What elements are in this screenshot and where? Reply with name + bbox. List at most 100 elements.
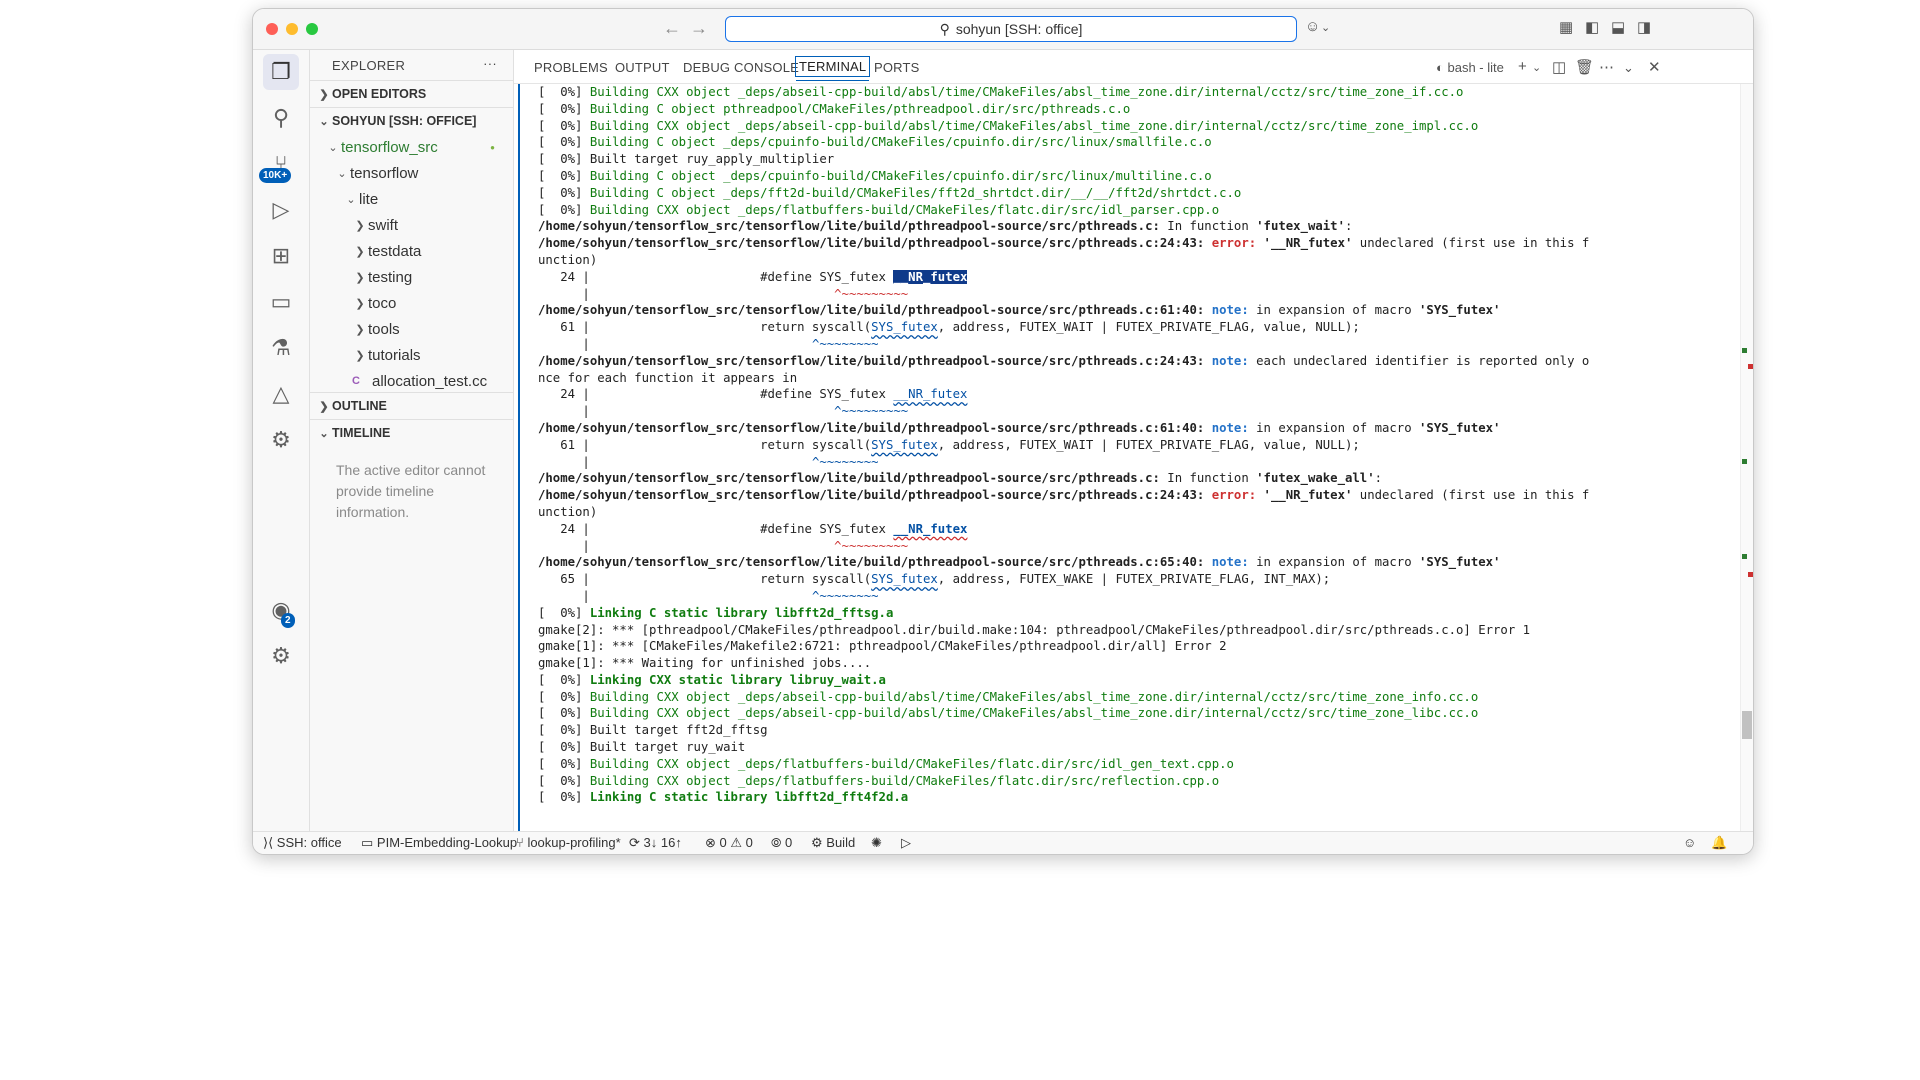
remote-explorer-icon[interactable]: ▭ xyxy=(263,284,299,320)
scroll-marker xyxy=(1742,459,1747,464)
chevron-down-icon: ⌄ xyxy=(346,193,356,206)
minimize-window-button[interactable] xyxy=(286,23,298,35)
terminal-text: unction) xyxy=(538,504,598,519)
close-window-button[interactable] xyxy=(266,23,278,35)
terminal-line: [ 0%] Built target fft2d_fftsg xyxy=(538,722,1739,739)
terminal-text: in expansion of macro xyxy=(1256,420,1420,435)
terminal-text: SYS_futex xyxy=(871,572,938,587)
chevron-down-icon[interactable]: ⌄ xyxy=(1532,61,1541,74)
toggle-panel-icon[interactable]: ⬓ xyxy=(1611,18,1625,36)
chevron-right-icon: ❯ xyxy=(355,297,365,310)
run-debug-icon[interactable]: ▷ xyxy=(263,192,299,228)
activity-bar: ❐ ⚲ ⑂ 10K+ ▷ ⊞ ▭ ⚗ △ ⚙ ◉ 2 ⚙ xyxy=(253,50,310,832)
outline-section[interactable]: ❯ OUTLINE xyxy=(310,392,513,419)
tab-output[interactable]: OUTPUT xyxy=(615,60,670,75)
scrollbar-thumb[interactable] xyxy=(1742,711,1752,739)
build-label: Build xyxy=(826,835,856,850)
back-arrow-icon[interactable]: ← xyxy=(663,18,681,39)
command-center-search[interactable]: ⚲ sohyun [SSH: office] xyxy=(725,16,1297,42)
tree-item[interactable]: ⌄ tensorflow xyxy=(310,160,513,186)
terminal-line: [ 0%] Building C object _deps/cpuinfo-bu… xyxy=(538,168,1739,185)
folder-icon: ▭ xyxy=(361,835,374,850)
tab-ports[interactable]: PORTS xyxy=(874,60,920,75)
terminal-text: 61 | return syscall( xyxy=(538,437,872,452)
tree-item[interactable]: ❯ swift xyxy=(310,212,513,238)
terminal-line: unction) xyxy=(538,504,1739,521)
more-actions-icon[interactable]: ··· xyxy=(483,56,497,71)
terminal-text: '__NR_futex' xyxy=(1263,488,1353,503)
remote-indicator[interactable]: ⟩⟨ SSH: office xyxy=(263,835,342,851)
terminal-text: 'SYS_futex' xyxy=(1419,420,1501,435)
terminal-text: In function xyxy=(1159,219,1257,234)
terminal-line: [ 0%] Linking C static library libfft2d_… xyxy=(538,605,1739,622)
split-terminal-icon[interactable]: ◫ xyxy=(1552,58,1566,76)
debug-icon[interactable]: ✺ xyxy=(871,835,882,851)
forward-arrow-icon[interactable]: → xyxy=(690,18,708,39)
terminal-text: gmake[2]: *** [pthreadpool/CMakeFiles/pt… xyxy=(538,622,1531,637)
copilot-menu-chevron-icon[interactable]: ⌄ xyxy=(1321,21,1330,34)
terminal-line: unction) xyxy=(538,252,1739,269)
tab-problems[interactable]: PROBLEMS xyxy=(534,60,608,75)
run-icon[interactable]: ▷ xyxy=(901,835,911,851)
terminal-text: Building C object _deps/cpuinfo-build/CM… xyxy=(589,168,1212,183)
terminal-line: | ^~~~~~~~~ xyxy=(538,454,1739,471)
open-editors-section[interactable]: ❯ OPEN EDITORS xyxy=(310,80,513,107)
terminal-text: Building CXX object _deps/abseil-cpp-bui… xyxy=(589,85,1464,99)
timeline-section[interactable]: ⌄ TIMELINE xyxy=(310,419,513,446)
cmake-icon[interactable]: △ xyxy=(263,376,299,412)
copilot-icon[interactable]: ☺ xyxy=(1305,18,1320,35)
containers-icon[interactable]: ⚙ xyxy=(263,422,299,458)
tree-item[interactable]: ❯ tools xyxy=(310,316,513,342)
notifications-bell-icon[interactable]: 🔔 xyxy=(1711,835,1727,851)
terminal-instance[interactable]: ◐ bash - lite xyxy=(1436,60,1504,75)
extensions-icon[interactable]: ⊞ xyxy=(263,238,299,274)
terminal-text: /home/sohyun/tensorflow_src/tensorflow/l… xyxy=(538,219,1160,234)
explorer-icon[interactable]: ❐ xyxy=(263,54,299,90)
scroll-marker xyxy=(1742,554,1747,559)
terminal-line: | ^~~~~~~~~~ xyxy=(538,403,1739,420)
outline-label: OUTLINE xyxy=(332,399,387,413)
tab-debug-console[interactable]: DEBUG CONSOLE xyxy=(683,60,799,75)
maximize-panel-icon[interactable]: ⌄ xyxy=(1623,60,1634,76)
tree-item[interactable]: ❯ tutorials xyxy=(310,342,513,368)
chevron-right-icon: ❯ xyxy=(319,400,329,413)
chevron-down-icon: ⌄ xyxy=(337,167,347,180)
kill-terminal-icon[interactable]: 🗑 xyxy=(1575,58,1594,76)
terminal-line: /home/sohyun/tensorflow_src/tensorflow/l… xyxy=(538,302,1739,319)
tree-item[interactable]: ❯ testing xyxy=(310,264,513,290)
ports-indicator[interactable]: ⦾ 0 xyxy=(771,835,792,851)
ports-count: 0 xyxy=(785,835,793,850)
terminal-text: nce for each function it appears in xyxy=(538,370,798,385)
toggle-primary-sidebar-icon[interactable]: ◧ xyxy=(1585,18,1599,36)
terminal-line: 24 | #define SYS_futex __NR_futex xyxy=(538,386,1739,403)
customize-layout-icon[interactable]: ▦ xyxy=(1559,18,1573,36)
tree-item[interactable]: Callocation_test.cc xyxy=(310,368,513,392)
tree-item[interactable]: ❯ toco xyxy=(310,290,513,316)
terminal-line: gmake[1]: *** Waiting for unfinished job… xyxy=(538,655,1739,672)
close-panel-icon[interactable]: ✕ xyxy=(1648,58,1661,76)
sync-indicator[interactable]: ⟳ 3↓ 16↑ xyxy=(629,835,682,851)
tree-item[interactable]: ⌄ tensorflow_src ● xyxy=(310,134,513,160)
testing-icon[interactable]: ⚗ xyxy=(263,330,299,366)
more-actions-icon[interactable]: ⋯ xyxy=(1599,58,1614,76)
search-icon[interactable]: ⚲ xyxy=(263,100,299,136)
zoom-window-button[interactable] xyxy=(306,23,318,35)
tab-terminal[interactable]: TERMINAL xyxy=(795,56,871,81)
settings-gear-icon[interactable]: ⚙ xyxy=(263,638,299,674)
terminal-text: note: xyxy=(1211,353,1257,368)
tree-item[interactable]: ❯ testdata xyxy=(310,238,513,264)
project-indicator[interactable]: ▭ PIM-Embedding-Lookup xyxy=(361,835,517,851)
terminal-text: /home/sohyun/tensorflow_src/tensorflow/l… xyxy=(538,236,1212,251)
problems-indicator[interactable]: ⊗ 0 ⚠ 0 xyxy=(705,835,753,851)
tree-item[interactable]: ⌄ lite xyxy=(310,186,513,212)
new-terminal-icon[interactable]: + xyxy=(1518,58,1527,75)
terminal-text: Building C object _deps/fft2d-build/CMak… xyxy=(589,185,1242,200)
copilot-status-icon[interactable]: ☺ xyxy=(1683,835,1696,850)
build-button[interactable]: ⚙ Build xyxy=(811,835,855,851)
terminal-scrollbar[interactable] xyxy=(1740,84,1753,832)
terminal-panel: PROBLEMS OUTPUT DEBUG CONSOLE TERMINAL P… xyxy=(514,50,1753,832)
workspace-section[interactable]: ⌄ SOHYUN [SSH: OFFICE] xyxy=(310,107,513,134)
toggle-secondary-sidebar-icon[interactable]: ◨ xyxy=(1637,18,1651,36)
branch-indicator[interactable]: ⑂ lookup-profiling* xyxy=(516,835,621,850)
terminal-output[interactable]: [ 0%] Building CXX object _deps/abseil-c… xyxy=(518,84,1739,832)
